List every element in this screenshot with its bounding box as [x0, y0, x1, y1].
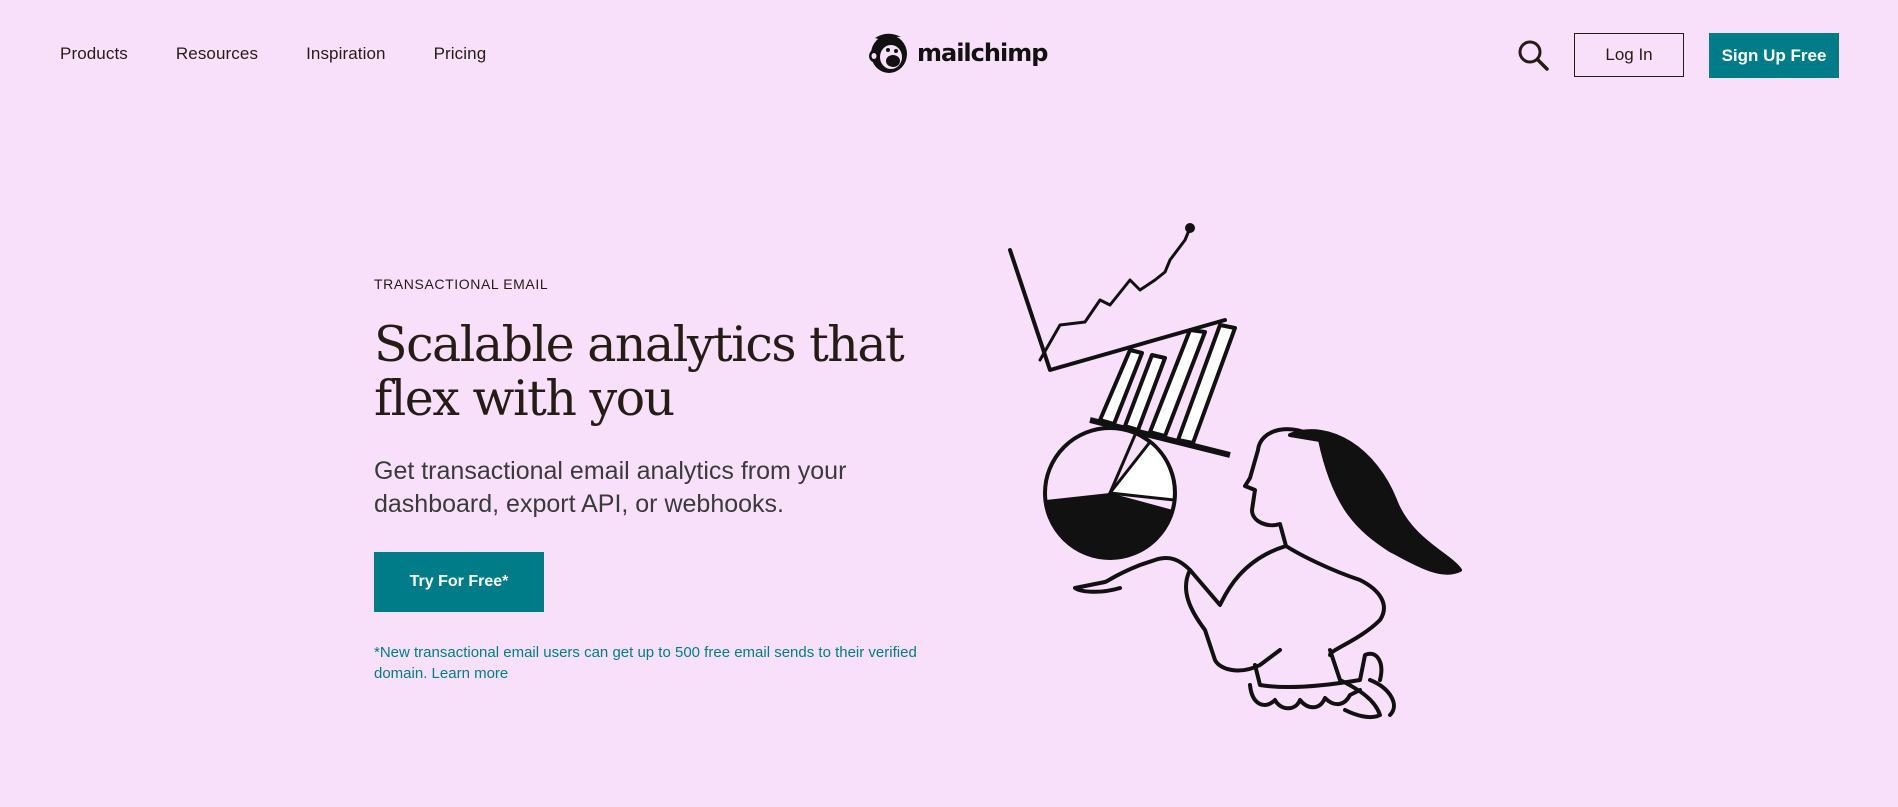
hero-footnote: *New transactional email users can get u… [374, 642, 934, 684]
nav-link-resources[interactable]: Resources [176, 44, 258, 64]
mailchimp-logo[interactable]: mailchimp [867, 30, 1048, 76]
search-button[interactable] [1516, 38, 1550, 72]
hero-subhead: Get transactional email analytics from y… [374, 457, 847, 518]
pie-chart-drawing [1043, 426, 1177, 560]
nav-link-pricing[interactable]: Pricing [434, 44, 487, 64]
nav-link-inspiration[interactable]: Inspiration [306, 44, 386, 64]
top-navigation: Products Resources Inspiration Pricing m… [0, 0, 1898, 112]
learn-more-link[interactable]: Learn more [432, 665, 509, 682]
hero-eyebrow: TRANSACTIONAL EMAIL [374, 276, 549, 292]
signup-button[interactable]: Sign Up Free [1709, 33, 1839, 78]
logo-wordmark: mailchimp [917, 39, 1048, 67]
search-icon [1518, 40, 1549, 71]
login-button[interactable]: Log In [1574, 33, 1684, 77]
analytics-illustration [1008, 223, 1462, 720]
try-for-free-button[interactable]: Try For Free* [374, 552, 544, 612]
hero-headline: Scalable analytics that flex with you [374, 316, 905, 427]
hero-section: TRANSACTIONAL EMAIL Scalable analytics t… [374, 276, 934, 684]
freddie-logo-icon [869, 33, 907, 73]
primary-nav: Products Resources Inspiration Pricing [60, 44, 486, 64]
nav-link-products[interactable]: Products [60, 44, 128, 64]
